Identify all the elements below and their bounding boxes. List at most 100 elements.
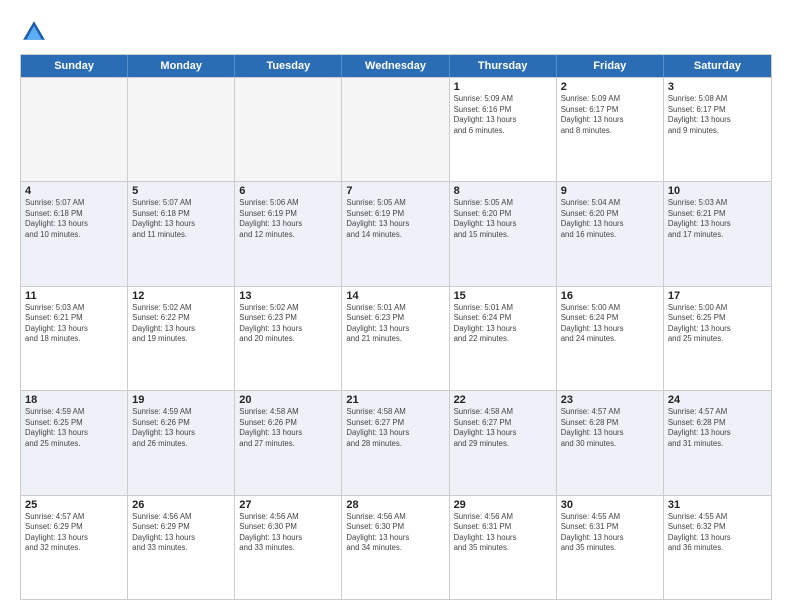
day-cell-26: 26Sunrise: 4:56 AM Sunset: 6:29 PM Dayli… (128, 496, 235, 599)
day-info: Sunrise: 4:58 AM Sunset: 6:27 PM Dayligh… (454, 407, 552, 449)
day-info: Sunrise: 5:09 AM Sunset: 6:17 PM Dayligh… (561, 94, 659, 136)
empty-cell (342, 78, 449, 181)
day-number: 11 (25, 290, 123, 302)
day-info: Sunrise: 4:55 AM Sunset: 6:31 PM Dayligh… (561, 512, 659, 554)
day-cell-13: 13Sunrise: 5:02 AM Sunset: 6:23 PM Dayli… (235, 287, 342, 390)
day-cell-9: 9Sunrise: 5:04 AM Sunset: 6:20 PM Daylig… (557, 182, 664, 285)
day-cell-27: 27Sunrise: 4:56 AM Sunset: 6:30 PM Dayli… (235, 496, 342, 599)
day-info: Sunrise: 5:04 AM Sunset: 6:20 PM Dayligh… (561, 198, 659, 240)
day-info: Sunrise: 4:56 AM Sunset: 6:30 PM Dayligh… (346, 512, 444, 554)
day-info: Sunrise: 5:02 AM Sunset: 6:22 PM Dayligh… (132, 303, 230, 345)
day-info: Sunrise: 5:09 AM Sunset: 6:16 PM Dayligh… (454, 94, 552, 136)
day-number: 16 (561, 290, 659, 302)
day-cell-30: 30Sunrise: 4:55 AM Sunset: 6:31 PM Dayli… (557, 496, 664, 599)
logo-icon (20, 18, 48, 46)
calendar-row-0: 1Sunrise: 5:09 AM Sunset: 6:16 PM Daylig… (21, 77, 771, 181)
day-cell-29: 29Sunrise: 4:56 AM Sunset: 6:31 PM Dayli… (450, 496, 557, 599)
day-number: 26 (132, 499, 230, 511)
day-number: 2 (561, 81, 659, 93)
day-cell-31: 31Sunrise: 4:55 AM Sunset: 6:32 PM Dayli… (664, 496, 771, 599)
day-info: Sunrise: 5:07 AM Sunset: 6:18 PM Dayligh… (25, 198, 123, 240)
day-cell-21: 21Sunrise: 4:58 AM Sunset: 6:27 PM Dayli… (342, 391, 449, 494)
calendar-row-4: 25Sunrise: 4:57 AM Sunset: 6:29 PM Dayli… (21, 495, 771, 599)
day-info: Sunrise: 5:05 AM Sunset: 6:20 PM Dayligh… (454, 198, 552, 240)
weekday-header-wednesday: Wednesday (342, 55, 449, 77)
weekday-header-sunday: Sunday (21, 55, 128, 77)
day-number: 8 (454, 185, 552, 197)
day-cell-22: 22Sunrise: 4:58 AM Sunset: 6:27 PM Dayli… (450, 391, 557, 494)
day-number: 1 (454, 81, 552, 93)
day-cell-10: 10Sunrise: 5:03 AM Sunset: 6:21 PM Dayli… (664, 182, 771, 285)
day-cell-18: 18Sunrise: 4:59 AM Sunset: 6:25 PM Dayli… (21, 391, 128, 494)
day-number: 3 (668, 81, 767, 93)
day-number: 22 (454, 394, 552, 406)
weekday-header-monday: Monday (128, 55, 235, 77)
day-info: Sunrise: 4:59 AM Sunset: 6:25 PM Dayligh… (25, 407, 123, 449)
day-number: 19 (132, 394, 230, 406)
day-number: 21 (346, 394, 444, 406)
day-cell-17: 17Sunrise: 5:00 AM Sunset: 6:25 PM Dayli… (664, 287, 771, 390)
weekday-header-tuesday: Tuesday (235, 55, 342, 77)
day-info: Sunrise: 4:59 AM Sunset: 6:26 PM Dayligh… (132, 407, 230, 449)
day-info: Sunrise: 4:58 AM Sunset: 6:26 PM Dayligh… (239, 407, 337, 449)
calendar-body: 1Sunrise: 5:09 AM Sunset: 6:16 PM Daylig… (21, 77, 771, 599)
day-number: 29 (454, 499, 552, 511)
day-number: 7 (346, 185, 444, 197)
day-number: 12 (132, 290, 230, 302)
day-cell-12: 12Sunrise: 5:02 AM Sunset: 6:22 PM Dayli… (128, 287, 235, 390)
day-info: Sunrise: 5:07 AM Sunset: 6:18 PM Dayligh… (132, 198, 230, 240)
day-cell-25: 25Sunrise: 4:57 AM Sunset: 6:29 PM Dayli… (21, 496, 128, 599)
day-info: Sunrise: 5:00 AM Sunset: 6:25 PM Dayligh… (668, 303, 767, 345)
day-number: 30 (561, 499, 659, 511)
day-info: Sunrise: 5:01 AM Sunset: 6:23 PM Dayligh… (346, 303, 444, 345)
day-info: Sunrise: 4:57 AM Sunset: 6:28 PM Dayligh… (561, 407, 659, 449)
day-info: Sunrise: 4:55 AM Sunset: 6:32 PM Dayligh… (668, 512, 767, 554)
day-cell-2: 2Sunrise: 5:09 AM Sunset: 6:17 PM Daylig… (557, 78, 664, 181)
empty-cell (128, 78, 235, 181)
day-info: Sunrise: 5:06 AM Sunset: 6:19 PM Dayligh… (239, 198, 337, 240)
weekday-header-thursday: Thursday (450, 55, 557, 77)
day-info: Sunrise: 5:02 AM Sunset: 6:23 PM Dayligh… (239, 303, 337, 345)
weekday-header-saturday: Saturday (664, 55, 771, 77)
day-info: Sunrise: 4:56 AM Sunset: 6:30 PM Dayligh… (239, 512, 337, 554)
day-cell-3: 3Sunrise: 5:08 AM Sunset: 6:17 PM Daylig… (664, 78, 771, 181)
day-info: Sunrise: 5:03 AM Sunset: 6:21 PM Dayligh… (25, 303, 123, 345)
calendar-row-3: 18Sunrise: 4:59 AM Sunset: 6:25 PM Dayli… (21, 390, 771, 494)
calendar: SundayMondayTuesdayWednesdayThursdayFrid… (20, 54, 772, 600)
day-number: 31 (668, 499, 767, 511)
weekday-header-friday: Friday (557, 55, 664, 77)
day-number: 9 (561, 185, 659, 197)
day-info: Sunrise: 4:56 AM Sunset: 6:31 PM Dayligh… (454, 512, 552, 554)
day-number: 15 (454, 290, 552, 302)
calendar-row-1: 4Sunrise: 5:07 AM Sunset: 6:18 PM Daylig… (21, 181, 771, 285)
day-cell-8: 8Sunrise: 5:05 AM Sunset: 6:20 PM Daylig… (450, 182, 557, 285)
day-info: Sunrise: 5:05 AM Sunset: 6:19 PM Dayligh… (346, 198, 444, 240)
day-info: Sunrise: 4:57 AM Sunset: 6:28 PM Dayligh… (668, 407, 767, 449)
day-cell-11: 11Sunrise: 5:03 AM Sunset: 6:21 PM Dayli… (21, 287, 128, 390)
page: SundayMondayTuesdayWednesdayThursdayFrid… (0, 0, 792, 612)
day-number: 25 (25, 499, 123, 511)
day-number: 13 (239, 290, 337, 302)
day-cell-1: 1Sunrise: 5:09 AM Sunset: 6:16 PM Daylig… (450, 78, 557, 181)
day-cell-7: 7Sunrise: 5:05 AM Sunset: 6:19 PM Daylig… (342, 182, 449, 285)
day-number: 6 (239, 185, 337, 197)
day-number: 5 (132, 185, 230, 197)
header (20, 18, 772, 46)
day-cell-6: 6Sunrise: 5:06 AM Sunset: 6:19 PM Daylig… (235, 182, 342, 285)
day-number: 27 (239, 499, 337, 511)
day-info: Sunrise: 5:03 AM Sunset: 6:21 PM Dayligh… (668, 198, 767, 240)
day-cell-4: 4Sunrise: 5:07 AM Sunset: 6:18 PM Daylig… (21, 182, 128, 285)
empty-cell (21, 78, 128, 181)
day-info: Sunrise: 4:57 AM Sunset: 6:29 PM Dayligh… (25, 512, 123, 554)
day-cell-5: 5Sunrise: 5:07 AM Sunset: 6:18 PM Daylig… (128, 182, 235, 285)
logo (20, 18, 52, 46)
day-number: 28 (346, 499, 444, 511)
day-number: 24 (668, 394, 767, 406)
day-info: Sunrise: 4:56 AM Sunset: 6:29 PM Dayligh… (132, 512, 230, 554)
day-number: 20 (239, 394, 337, 406)
day-number: 23 (561, 394, 659, 406)
day-cell-28: 28Sunrise: 4:56 AM Sunset: 6:30 PM Dayli… (342, 496, 449, 599)
day-number: 14 (346, 290, 444, 302)
day-number: 17 (668, 290, 767, 302)
calendar-row-2: 11Sunrise: 5:03 AM Sunset: 6:21 PM Dayli… (21, 286, 771, 390)
